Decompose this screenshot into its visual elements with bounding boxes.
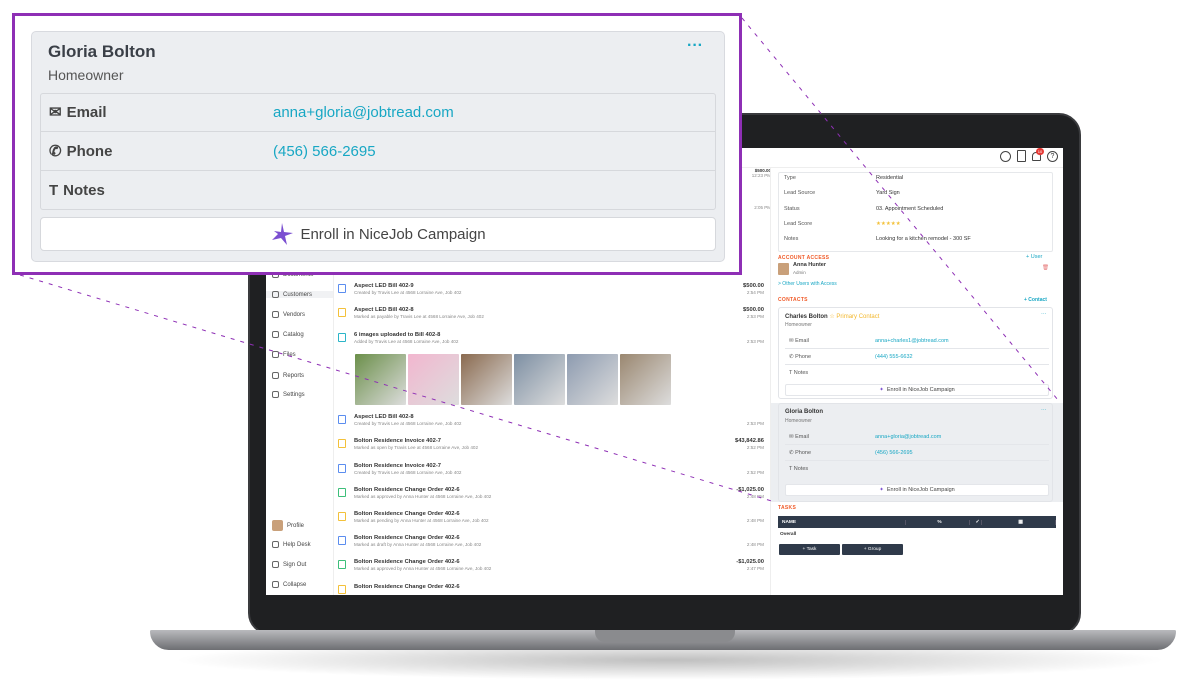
text-icon: T (49, 182, 59, 199)
contact-name: Gloria Bolton (48, 42, 156, 61)
contact-role: Homeowner (48, 67, 124, 83)
contact-card-gloria-zoomed: Gloria Bolton Homeowner ··· ✉ Email anna+g… (31, 31, 725, 262)
email-link[interactable]: anna+gloria@jobtread.com (273, 104, 454, 121)
zoom-callout: Gloria Bolton Homeowner ··· ✉ Email anna+g… (12, 13, 742, 275)
mail-icon: ✉ (49, 104, 62, 121)
notes-row: T Notes (49, 182, 105, 199)
email-row: ✉ Email anna+gloria@jobtread.com (40, 93, 716, 132)
phone-row: ✆ Phone (456) 566-2695 (40, 132, 716, 171)
connector-line-right (741, 17, 1059, 401)
enroll-nicejob-button[interactable]: Enroll in NiceJob Campaign (40, 217, 716, 251)
phone-icon: ✆ (49, 143, 62, 160)
connector-line-left (19, 274, 776, 503)
phone-link[interactable]: (456) 566-2695 (273, 143, 376, 160)
nicejob-star-icon (272, 223, 294, 245)
more-menu-button[interactable]: ··· (687, 37, 703, 55)
